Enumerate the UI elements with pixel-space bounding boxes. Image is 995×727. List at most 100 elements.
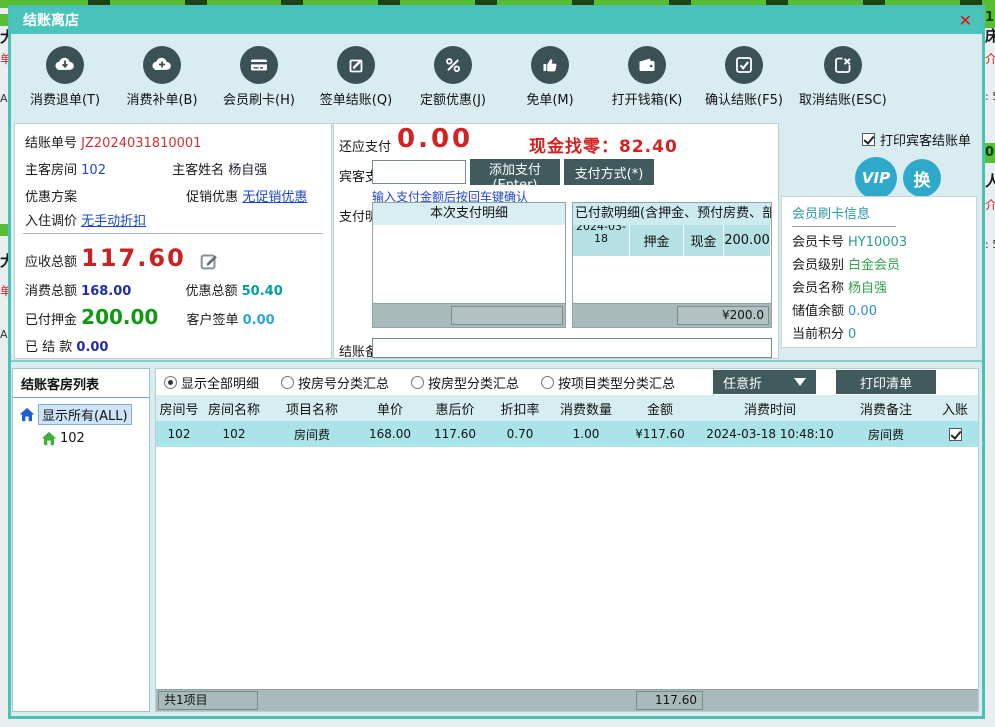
check-square-icon bbox=[725, 46, 763, 84]
discount-total-value: 50.40 bbox=[242, 284, 283, 299]
promo-label: 促销优惠 bbox=[186, 190, 238, 205]
supplement-order-button[interactable]: 消费补单(B) bbox=[120, 46, 204, 108]
col-item-name: 项目名称 bbox=[266, 399, 358, 418]
col-posted: 入账 bbox=[932, 399, 978, 418]
adjust-price-link[interactable]: 无手动折扣 bbox=[81, 214, 146, 229]
print-guest-bill-checkbox[interactable]: 打印宾客结账单 bbox=[862, 130, 971, 149]
chevron-down-icon bbox=[794, 378, 806, 386]
free-bill-button[interactable]: 免单(M) bbox=[508, 46, 592, 108]
radio-group-by-room-no[interactable]: 按房号分类汇总 bbox=[281, 373, 389, 392]
pay-amount-input[interactable] bbox=[372, 160, 466, 184]
paid-date: 2024-03-18 bbox=[573, 225, 629, 245]
divider bbox=[792, 226, 896, 227]
edit-amount-icon[interactable] bbox=[198, 250, 220, 272]
settled-value: 0.00 bbox=[76, 340, 108, 355]
toolbar-label: 会员刷卡(H) bbox=[223, 89, 295, 108]
tree-item-show-all[interactable]: 显示所有(ALL) bbox=[19, 404, 149, 425]
cash-change: 现金找零：82.40 bbox=[529, 132, 678, 157]
cancel-checkout-button[interactable]: 取消结账(ESC) bbox=[799, 46, 887, 108]
room-list-title: 结账客房列表 bbox=[13, 369, 149, 398]
deposit-paid-label: 已付押金 bbox=[25, 313, 77, 328]
remark-input[interactable] bbox=[372, 338, 772, 358]
paid-detail-list[interactable]: 已付款明细(含押金、预付房费、部分 2024-03-18 押金 现金 200.0… bbox=[572, 202, 772, 328]
discount-dropdown-label: 任意折 bbox=[723, 373, 762, 392]
consume-total-label: 消费总额 bbox=[25, 284, 77, 299]
member-name-value: 杨自强 bbox=[848, 281, 887, 296]
print-guest-bill-label: 打印宾客结账单 bbox=[880, 130, 971, 149]
detail-controls: 显示全部明细 按房号分类汇总 按房型分类汇总 按项目类型分类汇总 任意折 bbox=[156, 369, 978, 395]
current-list-footer bbox=[373, 303, 565, 327]
paid-method: 现金 bbox=[684, 225, 724, 257]
cell-discount-rate: 0.70 bbox=[488, 427, 552, 441]
cell-room-name: 102 bbox=[202, 427, 266, 441]
swap-card-badge[interactable]: 换 bbox=[903, 159, 941, 197]
bill-summary-panel: 结账单号 JZ2024031810001 主客房间 102 主客姓名 杨自强 优… bbox=[14, 123, 332, 359]
radio-label: 显示全部明细 bbox=[181, 373, 259, 392]
member-name-label: 会员名称 bbox=[792, 281, 844, 296]
paid-row[interactable]: 2024-03-18 押金 现金 200.00 bbox=[573, 225, 771, 257]
table-row[interactable]: 102 102 房间费 168.00 117.60 0.70 1.00 ¥117… bbox=[156, 421, 978, 447]
current-points-label: 当前积分 bbox=[792, 327, 844, 342]
due-value: 0.00 bbox=[397, 124, 473, 154]
col-room-no: 房间号 bbox=[156, 399, 202, 418]
thumb-up-icon bbox=[531, 46, 569, 84]
payment-method-button[interactable]: 支付方式(*) bbox=[564, 159, 654, 185]
bg-fragment: : 5 bbox=[985, 238, 995, 251]
member-level-label: 会员级别 bbox=[792, 258, 844, 273]
sign-bill-button[interactable]: 签单结账(Q) bbox=[314, 46, 398, 108]
current-payment-list[interactable]: 本次支付明细 bbox=[372, 202, 566, 328]
radio-group-by-room-type[interactable]: 按房型分类汇总 bbox=[411, 373, 519, 392]
fixed-discount-button[interactable]: 定额优惠(J) bbox=[411, 46, 495, 108]
member-card-no-value: HY10003 bbox=[848, 235, 907, 250]
toolbar-label: 签单结账(Q) bbox=[320, 89, 392, 108]
current-points-value: 0 bbox=[848, 327, 856, 342]
confirm-checkout-button[interactable]: 确认结账(F5) bbox=[702, 46, 786, 108]
refund-order-button[interactable]: 消费退单(T) bbox=[23, 46, 107, 108]
col-discounted-price: 惠后价 bbox=[422, 399, 488, 418]
open-cash-drawer-button[interactable]: 打开钱箱(K) bbox=[605, 46, 689, 108]
cancel-square-icon bbox=[824, 46, 862, 84]
percent-icon bbox=[434, 46, 472, 84]
toolbar-label: 免单(M) bbox=[526, 89, 573, 108]
promo-link[interactable]: 无促销优惠 bbox=[242, 190, 307, 205]
cash-change-label: 现金找零： bbox=[529, 137, 619, 157]
bg-fragment: : 5 bbox=[985, 90, 995, 103]
customer-sign-label: 客户签单 bbox=[186, 313, 238, 328]
print-list-button[interactable]: 打印清单 bbox=[836, 370, 936, 394]
radio-label: 按项目类型分类汇总 bbox=[558, 373, 675, 392]
sign-pen-icon bbox=[337, 46, 375, 84]
table-header: 房间号 房间名称 项目名称 单价 惠后价 折扣率 消费数量 金额 消费时间 消费… bbox=[156, 395, 978, 421]
close-icon[interactable]: ✕ bbox=[959, 8, 972, 34]
wallet-icon bbox=[628, 46, 666, 84]
discount-total-label: 优惠总额 bbox=[185, 284, 237, 299]
radio-label: 按房型分类汇总 bbox=[428, 373, 519, 392]
row-posted-checkbox[interactable] bbox=[949, 428, 962, 441]
checkout-room-list-panel: 结账客房列表 显示所有(ALL) 102 bbox=[12, 368, 150, 712]
radio-icon bbox=[281, 376, 294, 389]
bill-no-value: JZ2024031810001 bbox=[81, 136, 201, 151]
radio-show-all-detail[interactable]: 显示全部明细 bbox=[164, 373, 259, 392]
tree-item-label: 显示所有(ALL) bbox=[38, 404, 132, 425]
add-payment-button[interactable]: 添加支付(Enter) bbox=[470, 159, 560, 185]
cell-unit-price: 168.00 bbox=[358, 427, 422, 441]
tree-item-label: 102 bbox=[60, 431, 85, 446]
member-card-button[interactable]: 会员刷卡(H) bbox=[217, 46, 301, 108]
toolbar-label: 消费补单(B) bbox=[126, 89, 197, 108]
bg-fragment: 06 bbox=[985, 143, 995, 163]
radio-group-by-item-type[interactable]: 按项目类型分类汇总 bbox=[541, 373, 675, 392]
due-label: 还应支付 bbox=[339, 136, 391, 155]
member-card-no-label: 会员卡号 bbox=[792, 235, 844, 250]
cloud-download-icon bbox=[46, 46, 84, 84]
settled-label: 已 结 款 bbox=[25, 340, 72, 355]
tree-item-room-102[interactable]: 102 bbox=[41, 431, 149, 446]
radio-icon bbox=[411, 376, 424, 389]
radio-icon bbox=[164, 376, 177, 389]
discount-dropdown[interactable]: 任意折 bbox=[713, 370, 816, 394]
dialog-titlebar: 结账离店 ✕ bbox=[11, 8, 982, 34]
vip-badge[interactable]: VIP bbox=[855, 157, 897, 199]
member-info-panel: 会员刷卡信息 会员卡号HY10003 会员级别白金会员 会员名称杨自强 储值余额… bbox=[781, 196, 977, 348]
divider bbox=[23, 233, 323, 234]
guest-name-value: 杨自强 bbox=[228, 163, 267, 178]
paid-total-box: ¥200.0 bbox=[677, 306, 769, 325]
bill-no-label: 结账单号 bbox=[25, 136, 77, 151]
